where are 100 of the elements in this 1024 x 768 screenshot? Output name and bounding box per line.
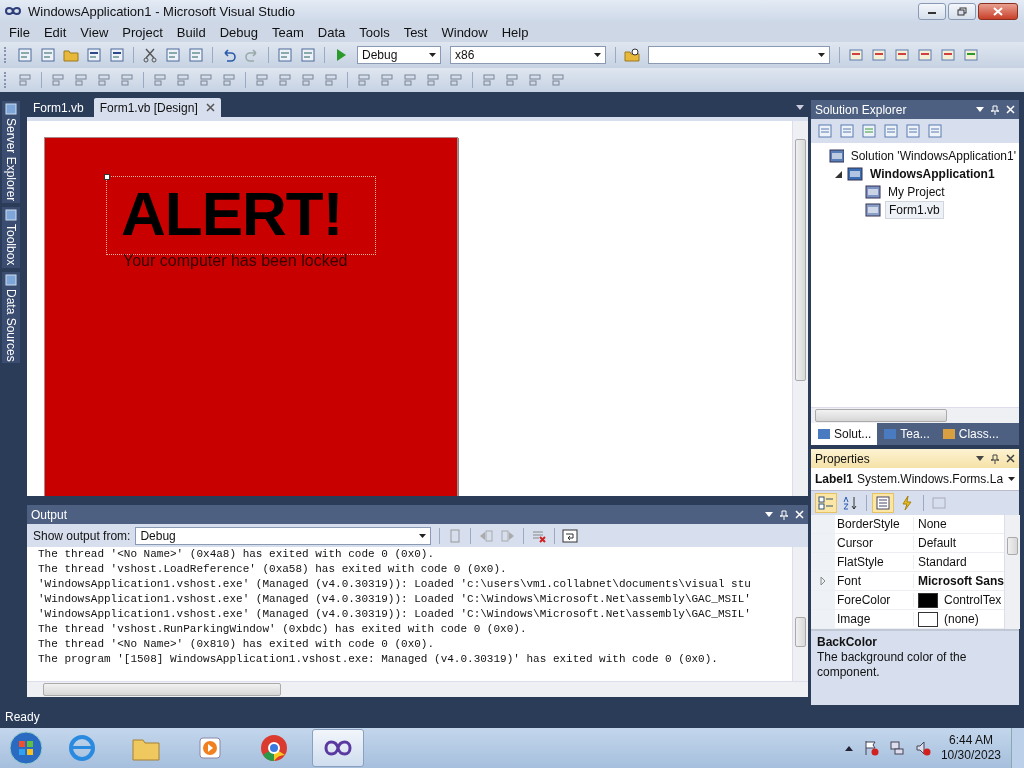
layout-icon[interactable]: [96, 72, 112, 88]
vertical-scrollbar[interactable]: [1004, 515, 1020, 629]
configuration-dropdown[interactable]: Debug: [357, 46, 441, 64]
show-desktop-button[interactable]: [1011, 728, 1024, 768]
vertical-scrollbar[interactable]: [792, 547, 808, 681]
menu-item[interactable]: View: [73, 24, 116, 40]
layout-icon[interactable]: [17, 72, 33, 88]
scissors-icon[interactable]: [142, 47, 158, 63]
redo-icon[interactable]: [244, 47, 260, 63]
property-value[interactable]: None: [918, 517, 947, 531]
panel-tab[interactable]: Class...: [935, 423, 1005, 445]
layout-icon[interactable]: [254, 72, 270, 88]
layout-icon[interactable]: [425, 72, 441, 88]
menu-item[interactable]: Debug: [212, 24, 265, 40]
layout-icon[interactable]: [119, 72, 135, 88]
panel-tab[interactable]: Solut...: [811, 423, 878, 445]
layout-icon[interactable]: [481, 72, 497, 88]
document-icon[interactable]: [861, 123, 877, 139]
property-value[interactable]: Standard: [918, 555, 967, 569]
document-icon[interactable]: [817, 123, 833, 139]
menu-item[interactable]: Project: [115, 24, 170, 40]
property-value[interactable]: Microsoft Sans: [918, 574, 1004, 588]
layout-icon[interactable]: [50, 72, 66, 88]
expander-icon[interactable]: [835, 170, 842, 178]
minimize-button[interactable]: [918, 2, 946, 20]
platform-dropdown[interactable]: x86: [450, 46, 606, 64]
layout-icon[interactable]: [550, 72, 566, 88]
menu-item[interactable]: Team: [265, 24, 311, 40]
find-in-files-icon[interactable]: [624, 47, 640, 63]
show-hidden-icons[interactable]: [844, 745, 853, 751]
menu-item[interactable]: Help: [494, 24, 536, 40]
flag-icon[interactable]: [862, 740, 879, 756]
categorized-button[interactable]: [815, 493, 837, 513]
network-icon[interactable]: [888, 740, 905, 756]
layout-icon[interactable]: [402, 72, 418, 88]
layout-icon[interactable]: [277, 72, 293, 88]
menu-item[interactable]: File: [2, 24, 37, 40]
object-selector[interactable]: Label1 System.Windows.Forms.La: [811, 468, 1019, 491]
panel-tab[interactable]: Tea...: [877, 423, 936, 445]
pin-icon[interactable]: [991, 453, 999, 464]
tree-item[interactable]: Solution 'WindowsApplication1': [847, 148, 1019, 164]
folder-icon[interactable]: [63, 47, 79, 63]
property-pages-icon[interactable]: [931, 495, 947, 511]
menu-item[interactable]: Edit: [36, 24, 74, 40]
clock-date[interactable]: 10/30/2023: [940, 748, 1001, 763]
layout-icon[interactable]: [356, 72, 372, 88]
property-value[interactable]: (none): [944, 612, 979, 626]
properties-button[interactable]: [872, 493, 894, 513]
document-icon[interactable]: [883, 123, 899, 139]
property-value[interactable]: ControlTex: [944, 593, 1002, 607]
layout-icon[interactable]: [198, 72, 214, 88]
find-combo[interactable]: [648, 46, 830, 64]
dropdown-icon[interactable]: [796, 105, 804, 110]
vertical-scrollbar[interactable]: [792, 121, 808, 496]
document-icon[interactable]: [905, 123, 921, 139]
tree-item[interactable]: Form1.vb: [885, 201, 944, 219]
resize-handle[interactable]: [104, 174, 110, 180]
previous-icon[interactable]: [478, 527, 495, 544]
layout-icon[interactable]: [221, 72, 237, 88]
tree-item[interactable]: WindowsApplication1: [867, 166, 998, 182]
studio-taskbar-button[interactable]: [312, 729, 364, 767]
horizontal-scrollbar[interactable]: [27, 681, 808, 697]
layout-icon[interactable]: [323, 72, 339, 88]
horizontal-scrollbar[interactable]: [811, 407, 1019, 423]
save-icon[interactable]: [86, 47, 102, 63]
close-icon[interactable]: [205, 103, 215, 112]
property-value[interactable]: Default: [918, 536, 957, 550]
layout-icon[interactable]: [379, 72, 395, 88]
clock-time[interactable]: 6:44 AM: [948, 733, 993, 748]
layout-icon[interactable]: [175, 72, 191, 88]
document-icon[interactable]: [839, 123, 855, 139]
menu-item[interactable]: Tools: [352, 24, 397, 40]
side-tab[interactable]: Server Explorer: [2, 101, 20, 204]
output-source-dropdown[interactable]: Debug: [135, 526, 432, 545]
restore-button[interactable]: [948, 2, 976, 20]
document-icon[interactable]: [927, 123, 943, 139]
close-button[interactable]: [978, 2, 1018, 20]
tree-item[interactable]: My Project: [885, 184, 948, 200]
close-icon[interactable]: [1006, 454, 1015, 463]
save-all-icon[interactable]: [109, 47, 125, 63]
layout-icon[interactable]: [504, 72, 520, 88]
dropdown-icon[interactable]: [765, 512, 773, 517]
layout-icon[interactable]: [300, 72, 316, 88]
layout-icon[interactable]: [527, 72, 543, 88]
menu-item[interactable]: Build: [169, 24, 213, 40]
dropdown-icon[interactable]: [976, 107, 984, 112]
start-button[interactable]: [8, 730, 44, 766]
side-tab[interactable]: Data Sources: [2, 271, 20, 364]
dropdown-icon[interactable]: [976, 456, 984, 461]
layout-icon[interactable]: [448, 72, 464, 88]
side-tab[interactable]: Toolbox: [2, 207, 20, 268]
menu-item[interactable]: Data: [310, 24, 353, 40]
word-wrap-icon[interactable]: [562, 527, 579, 544]
layout-icon[interactable]: [152, 72, 168, 88]
document-tab[interactable]: Form1.vb: [27, 98, 90, 117]
menu-item[interactable]: Window: [434, 24, 495, 40]
document-tab[interactable]: Form1.vb [Design]: [93, 98, 221, 117]
speaker-muted-icon[interactable]: [914, 740, 931, 756]
undo-icon[interactable]: [221, 47, 237, 63]
menu-item[interactable]: Test: [396, 24, 435, 40]
